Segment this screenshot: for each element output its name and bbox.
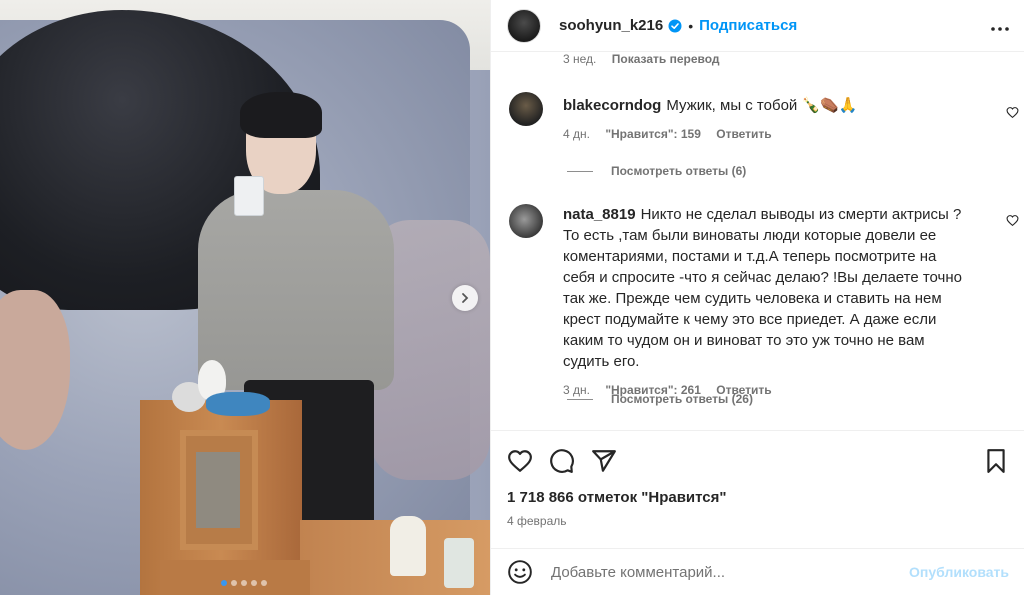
partial-comment-meta: 3 нед. Показать перевод [563,52,732,66]
comment-item: blakecorndog Мужик, мы с тобой 🍾⚰️🙏 4 дн.… [509,92,1009,145]
header-separator: • [688,17,694,34]
commenter-avatar[interactable] [509,204,543,238]
more-options-icon[interactable] [991,14,1009,37]
publish-button[interactable]: Опубликовать [909,564,1009,580]
carousel-next-button[interactable] [452,285,478,311]
chevron-right-icon [462,293,469,303]
photo-candle [390,516,426,576]
photo-frame-inner [196,452,240,528]
follow-button[interactable]: Подписаться [699,17,797,34]
view-replies-label: Посмотреть ответы (26) [611,392,753,406]
photo-person-hair [240,92,322,138]
comment-time: 3 нед. [563,52,597,66]
carousel-dot [261,580,267,586]
view-replies-button[interactable]: Посмотреть ответы (26) [567,392,753,406]
comments-list[interactable]: 3 нед. Показать перевод blakecorndog Мужи… [491,52,1024,430]
post-date[interactable]: 4 февраль [507,514,1009,528]
post-details-pane: soohyun_k216 • Подписаться 3 нед. Показа… [490,0,1024,595]
comment-time: 4 дн. [563,127,590,141]
author-username[interactable]: soohyun_k216 [559,17,663,34]
like-heart-icon[interactable] [507,448,533,474]
post-photo[interactable] [0,0,490,595]
comment-bubble-icon[interactable] [549,448,575,474]
photo-starfish [206,392,270,416]
comment-input[interactable] [551,563,910,581]
replies-line [567,398,593,400]
reply-button[interactable]: Ответить [716,127,771,141]
carousel-dot [231,580,237,586]
likes-count[interactable]: 1 718 866 отметок "Нравится" [507,489,1009,506]
photo-diffuser [444,538,474,588]
share-paper-plane-icon[interactable] [591,448,617,474]
comment-text: Мужик, мы с тобой 🍾⚰️🙏 [666,97,858,114]
commenter-username[interactable]: nata_8819 [563,206,636,223]
photo-person-sweater [198,190,394,390]
comment-text: Никто не сделал выводы из смерти актрисы… [563,206,963,370]
comment-like-heart-icon[interactable] [1006,106,1019,119]
comment-meta: 4 дн. "Нравится": 159 Ответить [563,124,963,145]
carousel-dot [221,580,227,586]
carousel-dot [241,580,247,586]
add-comment-bar: Опубликовать [491,548,1024,595]
post-header: soohyun_k216 • Подписаться [491,0,1024,52]
comment-likes[interactable]: "Нравится": 159 [605,127,701,141]
photo-wooden-base [160,560,310,595]
carousel-indicator [221,580,267,586]
comment-body: nata_8819 Никто не сделал выводы из смерт… [563,204,971,401]
comment-like-heart-icon[interactable] [1006,214,1019,227]
replies-line [567,170,593,172]
see-translation-link[interactable]: Показать перевод [612,52,720,66]
author-avatar[interactable] [507,8,541,43]
view-replies-button[interactable]: Посмотреть ответы (6) [567,164,746,178]
commenter-username[interactable]: blakecorndog [563,97,661,114]
action-icons-row [507,431,1009,491]
photo-perfume-bottle [234,176,264,216]
comment-body: blakecorndog Мужик, мы с тобой 🍾⚰️🙏 4 дн.… [563,92,963,145]
emoji-icon[interactable] [507,559,533,585]
post-actions: 1 718 866 отметок "Нравится" 4 февраль [491,430,1024,528]
carousel-dot [251,580,257,586]
comment-item: nata_8819 Никто не сделал выводы из смерт… [509,204,1009,401]
save-bookmark-icon[interactable] [983,448,1009,474]
commenter-avatar[interactable] [509,92,543,126]
verified-badge-icon [668,19,682,32]
view-replies-label: Посмотреть ответы (6) [611,164,747,178]
